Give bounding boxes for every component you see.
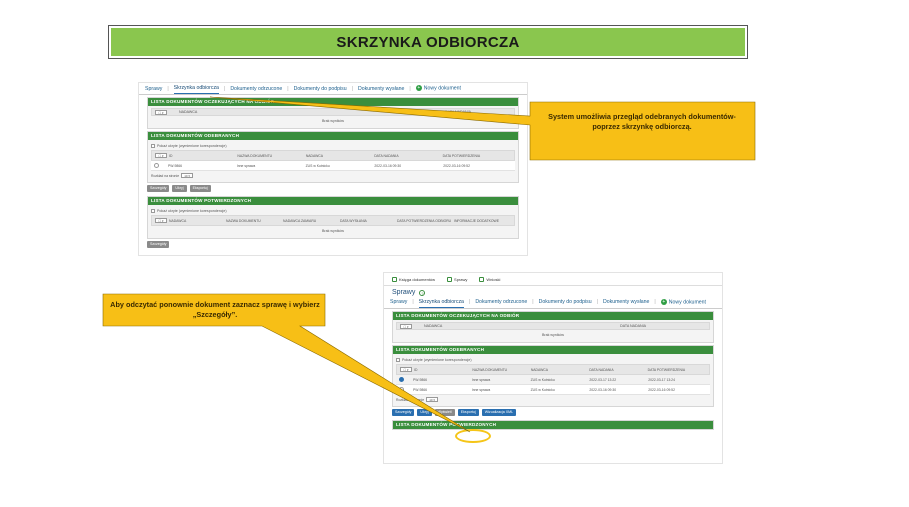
panel-confirmed: LISTA DOKUMENTÓW POTWIERDZONYCH Pokaż uk… xyxy=(147,196,519,239)
details-button[interactable]: Szczegóły xyxy=(392,409,415,416)
xml-visualization-button[interactable]: Wizualizacja XML xyxy=(481,409,517,416)
plus-icon: + xyxy=(415,85,422,92)
banner-title: SKRZYNKA ODBIORCZA xyxy=(336,33,520,51)
details-button[interactable]: Szczegóły xyxy=(147,185,170,192)
inbox-screenshot-1: Sprawy | Skrzynka odbiorcza | Dokumenty … xyxy=(138,82,528,256)
select-all-dropdown[interactable]: ☐ ▾ xyxy=(400,367,412,372)
tab-sprawy[interactable]: Sprawy xyxy=(145,84,162,94)
table-header: ☐ ▾ NADAWCA DATA NADANIA xyxy=(151,108,515,116)
callout-1-text: System umożliwia przegląd odebranych dok… xyxy=(548,112,736,131)
tab-nowy-dokument[interactable]: + Nowy dokument xyxy=(660,297,706,307)
page-title: Sprawy xyxy=(392,289,416,296)
tab-nowy-dokument[interactable]: + Nowy dokument xyxy=(415,83,461,93)
select-all-dropdown[interactable]: ☐ ▾ xyxy=(400,323,412,329)
action-buttons: Szczegóły Ukryj Eksportuj xyxy=(139,183,527,194)
tab-dokumenty-wyslane[interactable]: Dokumenty wysłane xyxy=(603,297,649,307)
action-buttons: Szczegóły Ukryj Wyświetl Eksportuj Wizua… xyxy=(384,407,722,418)
panel-header: LISTA DOKUMENTÓW ODEBRANYCH xyxy=(148,132,518,140)
panel-received: LISTA DOKUMENTÓW ODEBRANYCH Pokaż ukryte… xyxy=(392,345,714,407)
tab-dokumenty-odrzucone[interactable]: Dokumenty odrzucone xyxy=(230,84,282,94)
tab-dokumenty-do-podpisu[interactable]: Dokumenty do podpisu xyxy=(539,297,592,307)
tab-skrzynka-odbiorcza[interactable]: Skrzynka odbiorcza xyxy=(173,83,219,94)
nav-ksiega-dokumentow[interactable]: Księga dokumentów xyxy=(392,276,435,282)
tab-bar: Sprawy | Skrzynka odbiorcza | Dokumenty … xyxy=(139,83,527,95)
show-hidden-checkbox[interactable]: Pokaż ukryte (wymienione korespondencje) xyxy=(151,142,515,150)
hide-button[interactable]: Ukryj xyxy=(172,185,187,192)
empty-message: Brak wyników xyxy=(322,119,344,123)
panel-header: LISTA DOKUMENTÓW OCZEKUJĄCYCH NA ODBIÓR xyxy=(393,312,713,320)
row-radio[interactable] xyxy=(399,386,404,392)
empty-message: Brak wyników xyxy=(542,333,564,337)
tab-dokumenty-wyslane[interactable]: Dokumenty wysłane xyxy=(358,84,404,94)
plus-icon: + xyxy=(660,298,667,305)
panel-waiting: LISTA DOKUMENTÓW OCZEKUJĄCYCH NA ODBIÓR … xyxy=(147,97,519,129)
panel-confirmed: LISTA DOKUMENTÓW POTWIERDZONYCH xyxy=(392,420,714,430)
table-header: ☐ ▾ NADAWCA NAZWA DOKUMENTU NADAWCA ZAMI… xyxy=(151,215,515,226)
panel-header: LISTA DOKUMENTÓW POTWIERDZONYCH xyxy=(393,421,713,429)
page-size-select[interactable]: 10 ▾ xyxy=(426,397,439,402)
tab-dokumenty-do-podpisu[interactable]: Dokumenty do podpisu xyxy=(294,84,347,94)
panel-header: LISTA DOKUMENTÓW OCZEKUJĄCYCH NA ODBIÓR xyxy=(148,98,518,106)
export-button[interactable]: Eksportuj xyxy=(189,185,211,192)
panel-header: LISTA DOKUMENTÓW ODEBRANYCH xyxy=(393,346,713,354)
show-hidden-checkbox[interactable]: Pokaż ukryte (wymienione korespondencje) xyxy=(151,207,515,215)
title-banner: SKRZYNKA ODBIORCZA xyxy=(108,25,748,59)
tab-bar: Sprawy | Skrzynka odbiorcza | Dokumenty … xyxy=(384,296,722,309)
export-button[interactable]: Eksportuj xyxy=(457,409,479,416)
hide-button[interactable]: Ukryj xyxy=(417,409,432,416)
table-header: ☐ ▾ ID NAZWA DOKUMENTU NADAWCA DATA NADA… xyxy=(396,364,710,375)
row-radio[interactable] xyxy=(399,376,404,382)
show-hidden-checkbox[interactable]: Pokaż ukryte (wymienione korespondencje) xyxy=(396,356,710,364)
nav-wnioski[interactable]: Wnioski xyxy=(479,276,500,282)
top-navigation: Księga dokumentów Sprawy Wnioski xyxy=(384,273,722,286)
select-all-dropdown[interactable]: ☐ ▾ xyxy=(155,218,167,223)
row-radio[interactable] xyxy=(154,162,159,168)
inbox-screenshot-2: Księga dokumentów Sprawy Wnioski Sprawy … xyxy=(383,272,723,464)
details-button[interactable]: Szczegóły xyxy=(147,241,170,248)
tab-sprawy[interactable]: Sprawy xyxy=(390,297,407,307)
panel-header: LISTA DOKUMENTÓW POTWIERDZONYCH xyxy=(148,197,518,205)
table-row[interactable]: PW-9866 Inne sprawa ZUS w Kutnicku 2022-… xyxy=(151,161,515,171)
nav-sprawy[interactable]: Sprawy xyxy=(447,276,467,282)
select-all-dropdown[interactable]: ☐ ▾ xyxy=(155,153,167,158)
title-banner-fill: SKRZYNKA ODBIORCZA xyxy=(111,28,745,56)
panel-waiting: LISTA DOKUMENTÓW OCZEKUJĄCYCH NA ODBIÓR … xyxy=(392,311,714,343)
callout-2-text: Aby odczytać ponownie dokument zaznacz s… xyxy=(110,300,320,319)
highlight-circle xyxy=(455,429,491,443)
page-size: Rozkład na stronie 10 ▾ xyxy=(151,171,515,180)
page-size-select[interactable]: 10 ▾ xyxy=(181,173,194,178)
action-buttons: Szczegóły xyxy=(139,239,527,250)
book-icon xyxy=(392,276,397,282)
view-button[interactable]: Wyświetl xyxy=(434,409,455,416)
empty-message: Brak wyników xyxy=(322,229,344,233)
folder-icon xyxy=(447,276,453,282)
select-all-dropdown[interactable]: ☐ ▾ xyxy=(155,109,167,115)
help-icon[interactable]: ? xyxy=(419,289,426,296)
tab-skrzynka-odbiorcza[interactable]: Skrzynka odbiorcza xyxy=(418,297,464,308)
table-header: ☐ ▾ NADAWCA DATA NADANIA xyxy=(396,322,710,330)
page-title-row: Sprawy ? xyxy=(384,286,722,296)
page-size: Rozkład na stronie 10 ▾ xyxy=(396,395,710,404)
table-row[interactable]: PW-9866 Inne sprawa ZUS w Kutnicku 2022-… xyxy=(396,385,710,395)
tab-dokumenty-odrzucone[interactable]: Dokumenty odrzucone xyxy=(475,297,527,307)
panel-received: LISTA DOKUMENTÓW ODEBRANYCH Pokaż ukryte… xyxy=(147,131,519,183)
table-row[interactable]: PW-9866 Inne sprawa ZUS w Kutnicku 2022-… xyxy=(396,375,710,385)
form-icon xyxy=(479,276,485,282)
table-header: ☐ ▾ ID NAZWA DOKUMENTU NADAWCA DATA NADA… xyxy=(151,150,515,161)
